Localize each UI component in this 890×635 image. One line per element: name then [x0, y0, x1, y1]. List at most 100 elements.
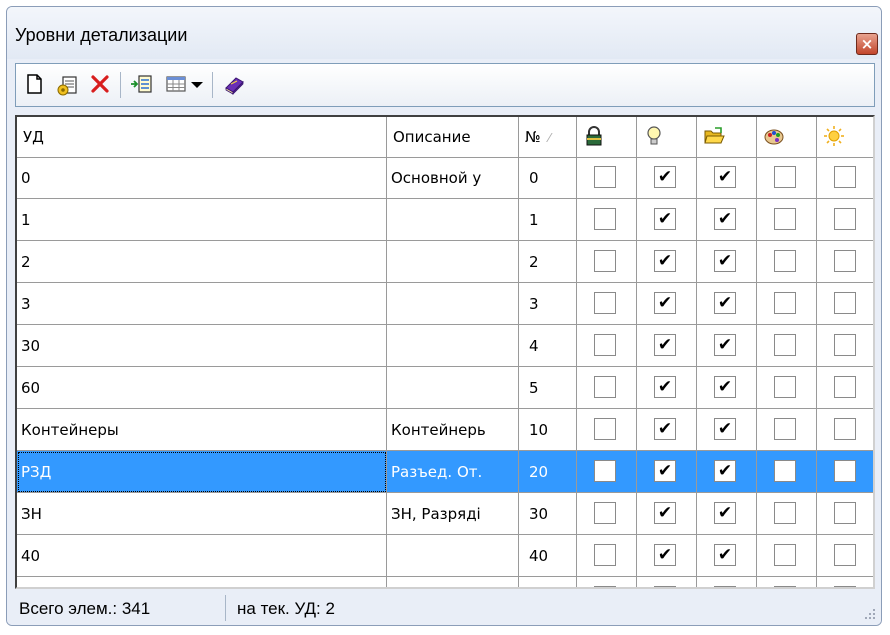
cell-open-checkbox[interactable] — [697, 577, 757, 587]
visible-checkbox[interactable]: ✔ — [654, 502, 676, 524]
cell-description[interactable] — [387, 199, 519, 241]
table-row[interactable]: 30 4 ✔ ✔ — [17, 325, 873, 367]
cell-number[interactable]: 1 — [519, 199, 577, 241]
highlight-checkbox[interactable] — [834, 544, 856, 566]
highlight-checkbox[interactable] — [834, 292, 856, 314]
delete-icon[interactable] — [86, 70, 114, 98]
cell-visible-checkbox[interactable] — [637, 577, 697, 587]
cell-ud[interactable]: 60 — [17, 367, 387, 409]
highlight-checkbox[interactable] — [834, 166, 856, 188]
highlight-checkbox[interactable] — [834, 208, 856, 230]
highlight-checkbox[interactable] — [834, 460, 856, 482]
column-header-number[interactable]: № ⁄ — [519, 117, 577, 157]
dropdown-arrow-icon[interactable] — [188, 70, 206, 98]
cell-description[interactable]: Коннекторь — [387, 577, 519, 587]
color-checkbox[interactable] — [774, 292, 796, 314]
color-checkbox[interactable] — [774, 460, 796, 482]
open-checkbox[interactable]: ✔ — [714, 334, 736, 356]
table-row[interactable]: 2 2 ✔ ✔ — [17, 241, 873, 283]
resize-grip-icon[interactable] — [863, 607, 877, 621]
visible-checkbox[interactable]: ✔ — [654, 418, 676, 440]
highlight-checkbox[interactable] — [834, 586, 856, 587]
table-row[interactable]: Контейнеры Контейнерь 10 ✔ ✔ — [17, 409, 873, 451]
column-header-description[interactable]: Описание — [387, 117, 519, 157]
new-document-icon[interactable] — [20, 70, 48, 98]
title-bar[interactable]: Уровни детализации × — [7, 7, 881, 59]
lock-checkbox[interactable] — [594, 502, 616, 524]
table-row[interactable]: 60 5 ✔ ✔ — [17, 367, 873, 409]
visible-checkbox[interactable]: ✔ — [654, 292, 676, 314]
cell-number[interactable]: 10 — [519, 409, 577, 451]
open-checkbox[interactable]: ✔ — [714, 166, 736, 188]
properties-icon[interactable] — [54, 70, 82, 98]
cell-description[interactable] — [387, 367, 519, 409]
open-checkbox[interactable]: ✔ — [714, 376, 736, 398]
open-checkbox[interactable]: ✔ — [714, 418, 736, 440]
color-checkbox[interactable] — [774, 418, 796, 440]
cell-ud[interactable]: РЗД — [17, 451, 387, 493]
cell-number[interactable]: 30 — [519, 493, 577, 535]
cell-description[interactable] — [387, 283, 519, 325]
lock-checkbox[interactable] — [594, 292, 616, 314]
visible-checkbox[interactable]: ✔ — [654, 544, 676, 566]
color-checkbox[interactable] — [774, 166, 796, 188]
cell-description[interactable] — [387, 325, 519, 367]
cell-number[interactable]: 3 — [519, 283, 577, 325]
highlight-checkbox[interactable] — [834, 376, 856, 398]
column-header-open[interactable] — [697, 117, 757, 157]
cell-number[interactable]: 0 — [519, 157, 577, 199]
cell-ud[interactable]: 40 — [17, 535, 387, 577]
visible-checkbox[interactable]: ✔ — [654, 460, 676, 482]
cell-description[interactable] — [387, 535, 519, 577]
lock-checkbox[interactable] — [594, 166, 616, 188]
close-button[interactable]: × — [856, 33, 878, 55]
cell-ud[interactable]: Коннекторы — [17, 577, 387, 587]
table-row[interactable]: 0 Основной у 0 ✔ ✔ — [17, 157, 873, 199]
column-header-highlight[interactable] — [817, 117, 873, 157]
cell-ud[interactable]: 30 — [17, 325, 387, 367]
lock-checkbox[interactable] — [594, 460, 616, 482]
cell-description[interactable] — [387, 241, 519, 283]
cell-ud[interactable]: Контейнеры — [17, 409, 387, 451]
visible-checkbox[interactable]: ✔ — [654, 250, 676, 272]
color-checkbox[interactable] — [774, 250, 796, 272]
column-header-color[interactable] — [757, 117, 817, 157]
cell-description[interactable]: Контейнерь — [387, 409, 519, 451]
cell-number[interactable]: 4 — [519, 325, 577, 367]
lock-checkbox[interactable] — [594, 376, 616, 398]
highlight-checkbox[interactable] — [834, 334, 856, 356]
column-header-lock[interactable] — [577, 117, 637, 157]
table-row[interactable]: КоннекторыКоннекторь60 ✔ ✔ — [17, 577, 873, 587]
open-checkbox[interactable]: ✔ — [714, 586, 736, 587]
open-checkbox[interactable]: ✔ — [714, 544, 736, 566]
color-checkbox[interactable] — [774, 586, 796, 587]
table-row[interactable]: 1 1 ✔ ✔ — [17, 199, 873, 241]
cell-lock-checkbox[interactable] — [577, 577, 637, 587]
cell-ud[interactable]: 3 — [17, 283, 387, 325]
cell-number[interactable]: 40 — [519, 535, 577, 577]
open-checkbox[interactable]: ✔ — [714, 292, 736, 314]
lock-checkbox[interactable] — [594, 334, 616, 356]
table-row[interactable]: 3 3 ✔ ✔ — [17, 283, 873, 325]
lock-checkbox[interactable] — [594, 250, 616, 272]
visible-checkbox[interactable]: ✔ — [654, 376, 676, 398]
lock-checkbox[interactable] — [594, 586, 616, 587]
cell-ud[interactable]: 1 — [17, 199, 387, 241]
open-checkbox[interactable]: ✔ — [714, 250, 736, 272]
color-checkbox[interactable] — [774, 334, 796, 356]
import-icon[interactable] — [128, 70, 156, 98]
visible-checkbox[interactable]: ✔ — [654, 166, 676, 188]
cell-color-checkbox[interactable] — [757, 577, 817, 587]
cell-description[interactable]: ЗН, Разряді — [387, 493, 519, 535]
visible-checkbox[interactable]: ✔ — [654, 334, 676, 356]
highlight-checkbox[interactable] — [834, 250, 856, 272]
cell-number[interactable]: 5 — [519, 367, 577, 409]
open-checkbox[interactable]: ✔ — [714, 208, 736, 230]
book-icon[interactable] — [220, 70, 248, 98]
cell-ud[interactable]: ЗН — [17, 493, 387, 535]
highlight-checkbox[interactable] — [834, 502, 856, 524]
cell-number[interactable]: 2 — [519, 241, 577, 283]
open-checkbox[interactable]: ✔ — [714, 502, 736, 524]
view-options-icon[interactable] — [162, 70, 190, 98]
table-row[interactable]: 40 40 ✔ ✔ — [17, 535, 873, 577]
